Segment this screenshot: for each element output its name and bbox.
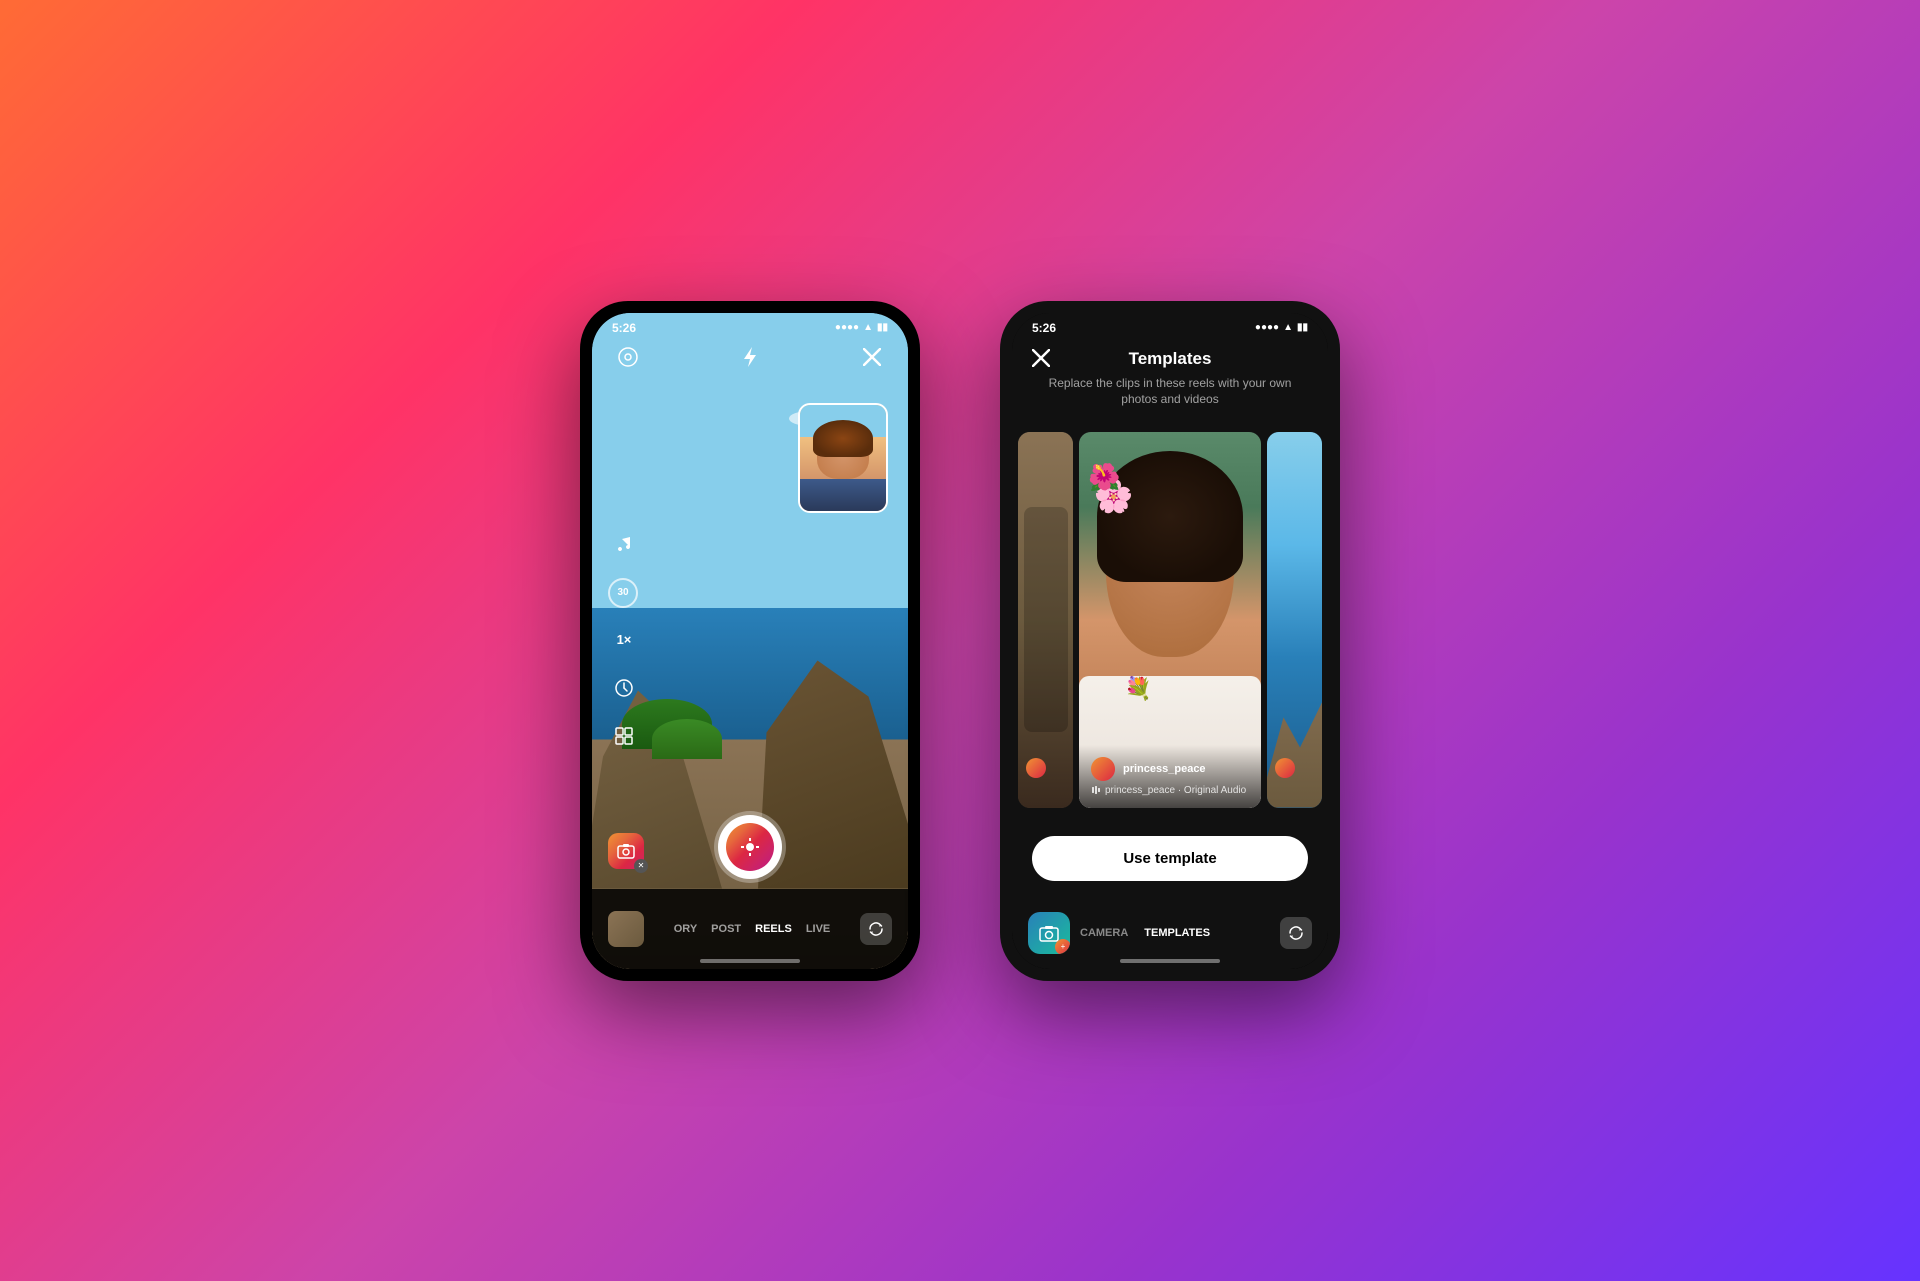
template-card-right[interactable] <box>1267 432 1322 807</box>
home-indicator-2 <box>1120 959 1220 963</box>
tab-post[interactable]: POST <box>711 923 741 935</box>
template-audio: princess_peace · Original Audio <box>1091 785 1249 796</box>
templates-camera-icon[interactable]: + <box>1028 912 1070 954</box>
phone-camera: 5:26 ●●●● ▲ ▮▮ <box>580 301 920 981</box>
templates-close-button[interactable] <box>1032 349 1050 372</box>
settings-icon[interactable] <box>612 341 644 373</box>
speed-icon[interactable]: 1× <box>608 624 640 656</box>
camera-badge-icon: + <box>1055 939 1070 954</box>
timer-icon[interactable]: 30 <box>608 578 638 608</box>
selfie-thumbnail[interactable] <box>798 403 888 513</box>
tab-reels[interactable]: REELS <box>755 923 792 935</box>
camera-nav-tabs: ORY POST REELS LIVE <box>674 923 831 935</box>
tab-live[interactable]: LIVE <box>806 923 830 935</box>
signal-icon: ●●●● <box>835 322 859 333</box>
template-card-left[interactable] <box>1018 432 1073 807</box>
template-avatar <box>1091 757 1115 781</box>
wifi-icon: ▲ <box>863 322 873 333</box>
vegetation-2 <box>652 719 722 759</box>
gallery-thumbnail[interactable] <box>608 911 644 947</box>
tab-story[interactable]: ORY <box>674 923 697 935</box>
clock-icon[interactable] <box>608 672 640 704</box>
flash-icon[interactable] <box>734 341 766 373</box>
templates-flip-icon[interactable] <box>1280 917 1312 949</box>
status-time-2: 5:26 <box>1032 321 1056 335</box>
close-icon[interactable] <box>856 341 888 373</box>
tab-camera[interactable]: CAMERA <box>1080 927 1128 939</box>
use-template-button[interactable]: Use template <box>1032 836 1308 881</box>
remove-icon: ✕ <box>634 859 648 873</box>
status-bar-1: 5:26 ●●●● ▲ ▮▮ <box>592 313 908 339</box>
battery-icon-2: ▮▮ <box>1297 322 1308 333</box>
signal-icon-2: ●●●● <box>1255 322 1279 333</box>
tab-templates[interactable]: TEMPLATES <box>1144 927 1210 939</box>
template-info: princess_peace princess_peace · Original… <box>1079 745 1261 808</box>
wifi-icon-2: ▲ <box>1283 322 1293 333</box>
templates-subtitle: Replace the clips in these reels with yo… <box>1032 375 1308 409</box>
phone-templates: 5:26 ●●●● ▲ ▮▮ Templates Replace the cli… <box>1000 301 1340 981</box>
battery-icon: ▮▮ <box>877 322 888 333</box>
templates-nav: CAMERA TEMPLATES <box>1080 927 1210 939</box>
camera-topbar <box>592 341 908 373</box>
templates-carousel: 🌸 🌺 💐 princess_peace <box>1012 420 1328 819</box>
template-username: princess_peace <box>1123 763 1206 775</box>
layout-icon[interactable] <box>608 720 640 752</box>
camera-app-icon[interactable]: ✕ <box>608 833 644 869</box>
flip-camera-icon[interactable] <box>860 913 892 945</box>
template-card-main[interactable]: 🌸 🌺 💐 princess_peace <box>1079 432 1261 807</box>
status-bar-2: 5:26 ●●●● ▲ ▮▮ <box>1012 313 1328 339</box>
status-time-1: 5:26 <box>612 321 636 335</box>
camera-bottom-nav: ORY POST REELS LIVE <box>592 889 908 969</box>
camera-sidebar: 30 1× <box>608 530 640 752</box>
use-template-area: Use template <box>1012 820 1328 897</box>
shutter-button[interactable] <box>718 815 782 879</box>
home-indicator-1 <box>700 959 800 963</box>
music-icon[interactable] <box>608 530 640 562</box>
templates-title: Templates <box>1032 349 1308 369</box>
